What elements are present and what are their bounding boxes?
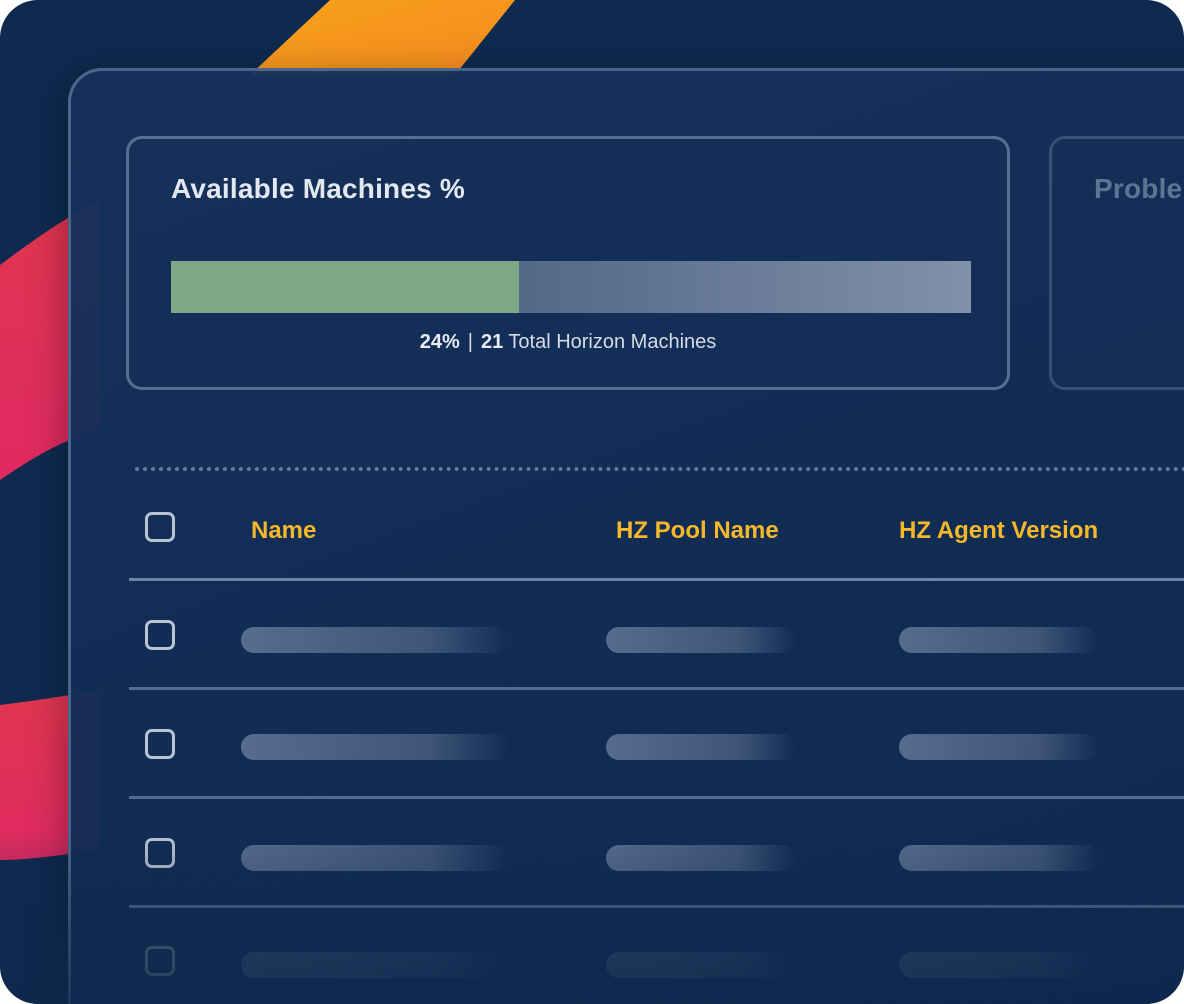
availability-caption: 24% | 21 Total Horizon Machines — [129, 331, 1007, 354]
available-machines-card: Available Machines % 24% | 21 Total Horizo… — [126, 136, 1010, 390]
column-header-name[interactable]: Name — [251, 517, 316, 545]
column-header-pool-name[interactable]: HZ Pool Name — [616, 517, 779, 545]
row-checkbox[interactable] — [145, 729, 175, 759]
availability-percent: 24% — [419, 331, 460, 353]
skeleton-name — [241, 627, 509, 653]
dashboard-panel: Available Machines % 24% | 21 Total Horizo… — [68, 68, 1184, 1004]
problems-card: Proble — [1049, 136, 1184, 390]
skeleton-pool-name — [606, 627, 796, 653]
total-machines-count: 21 — [480, 331, 504, 353]
skeleton-name — [241, 734, 509, 760]
row-checkbox[interactable] — [145, 620, 175, 650]
skeleton-pool-name — [606, 845, 796, 871]
header-divider — [129, 578, 1184, 581]
skeleton-name — [241, 952, 509, 978]
row-checkbox[interactable] — [145, 838, 175, 868]
card-title: Proble — [1094, 173, 1183, 204]
availability-progress-bar — [171, 261, 971, 313]
skeleton-agent-version — [899, 734, 1099, 760]
row-divider — [129, 687, 1184, 690]
skeleton-pool-name — [606, 952, 796, 978]
total-machines-label: Total Horizon Machines — [508, 331, 717, 353]
app-stage: Available Machines % 24% | 21 Total Horizo… — [0, 0, 1184, 1004]
availability-progress-fill — [171, 261, 520, 313]
column-header-agent-version[interactable]: HZ Agent Version — [899, 517, 1098, 545]
skeleton-agent-version — [899, 845, 1099, 871]
row-divider — [129, 905, 1184, 908]
row-checkbox[interactable] — [145, 946, 175, 976]
caption-separator: | — [467, 331, 473, 353]
skeleton-agent-version — [899, 627, 1099, 653]
select-all-checkbox[interactable] — [145, 512, 175, 542]
row-divider — [129, 796, 1184, 799]
skeleton-agent-version — [899, 952, 1099, 978]
section-divider — [135, 467, 1184, 471]
skeleton-pool-name — [606, 734, 796, 760]
skeleton-name — [241, 845, 509, 871]
card-title: Available Machines % — [171, 173, 465, 204]
